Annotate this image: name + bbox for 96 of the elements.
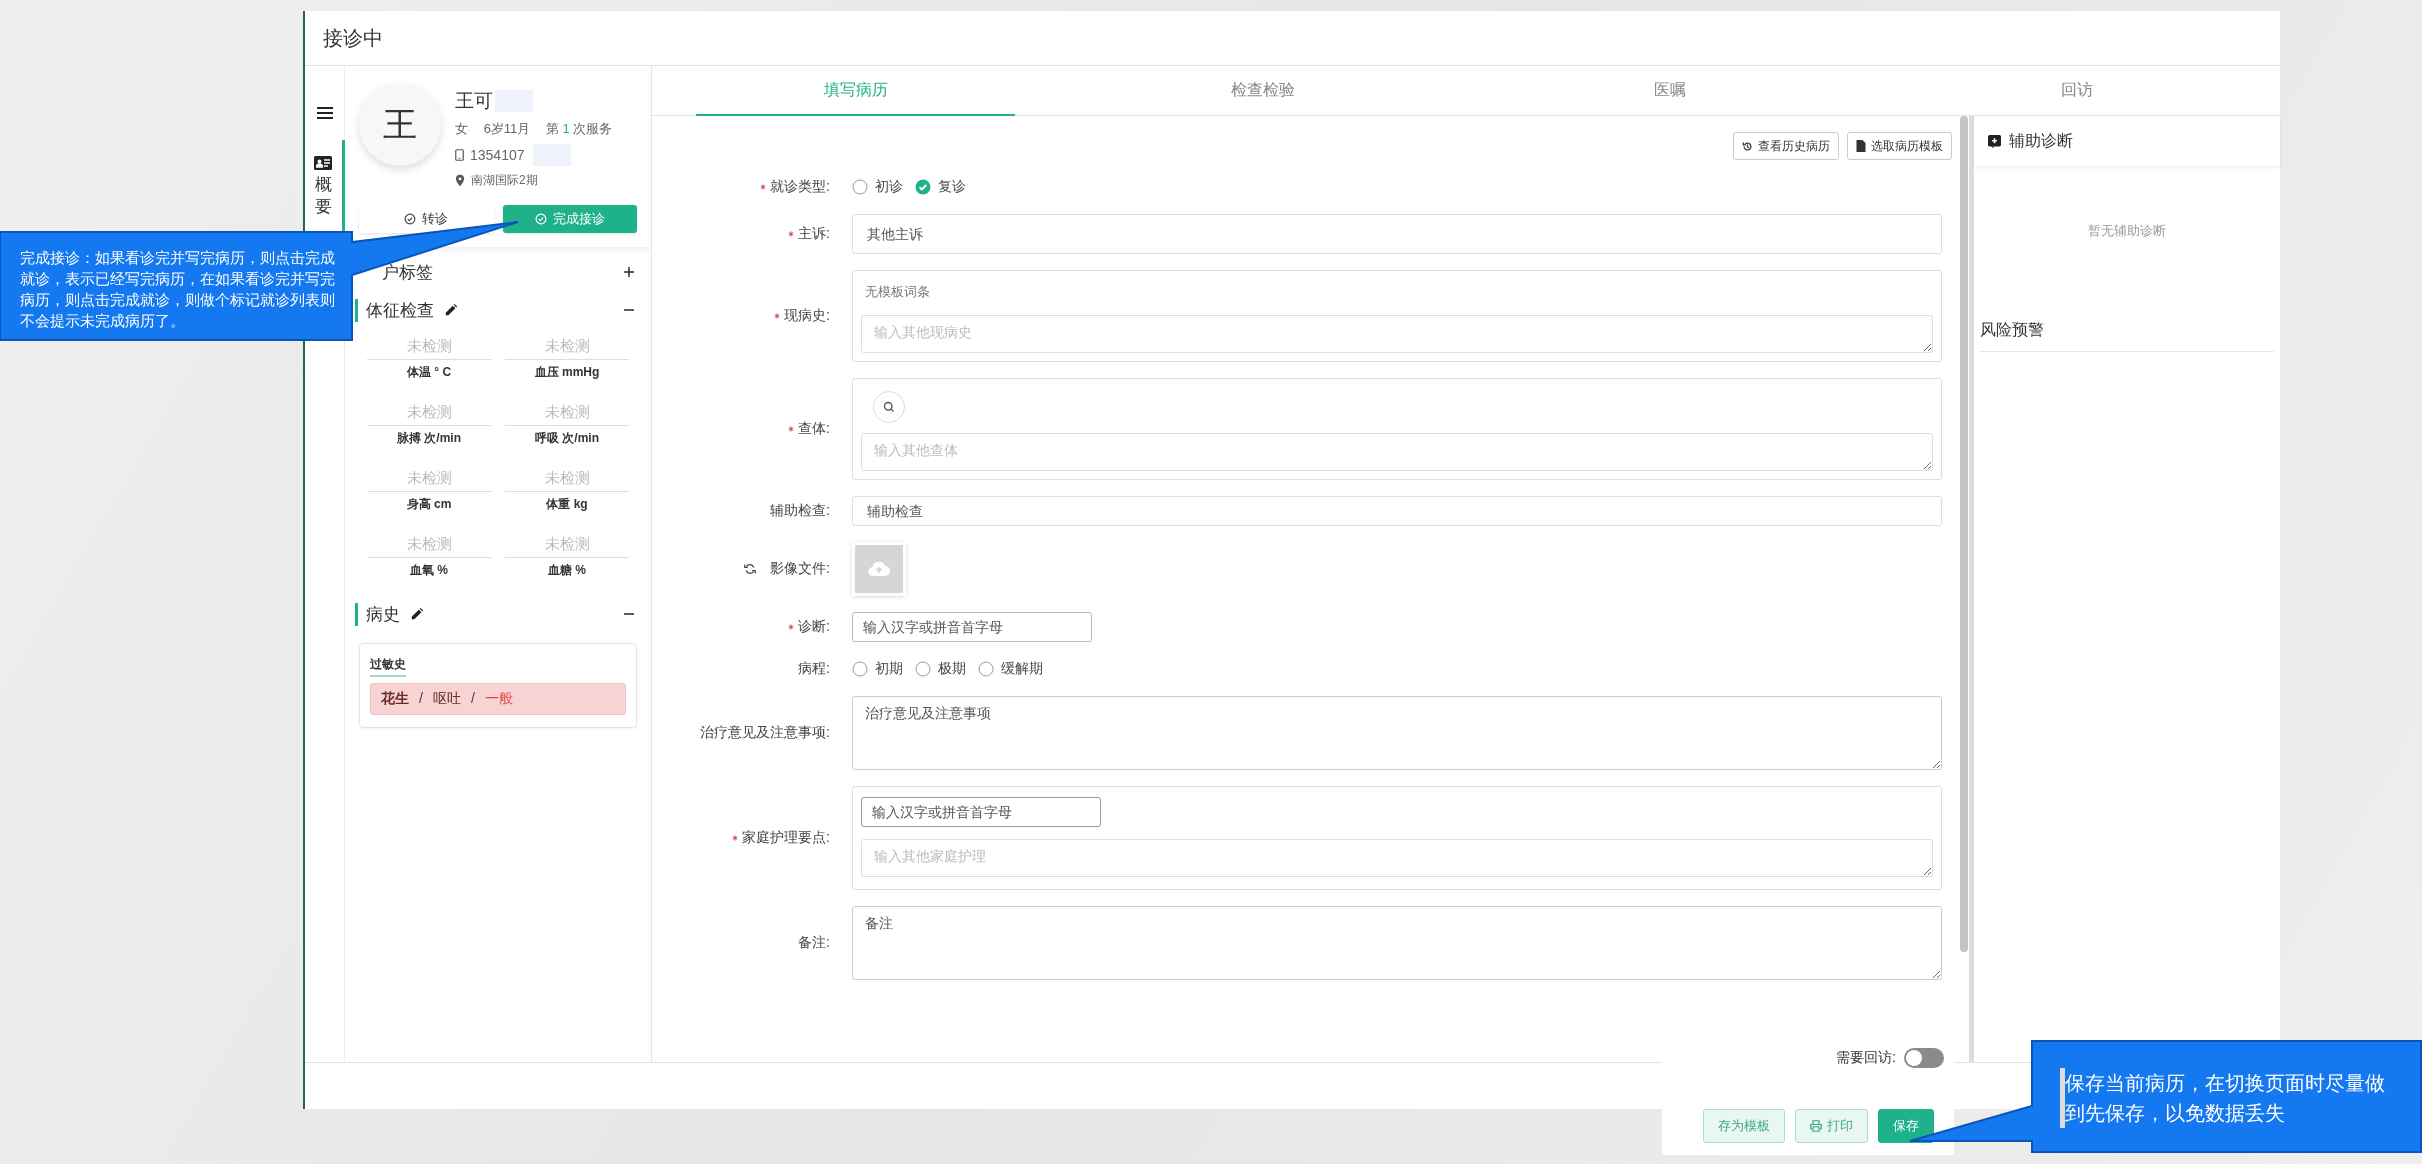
avatar: 王 bbox=[359, 84, 441, 166]
printer-icon bbox=[1810, 1120, 1822, 1132]
location-pin-icon bbox=[455, 174, 465, 187]
vital-value: 未检测 bbox=[367, 535, 491, 558]
patient-phone: 1354107 bbox=[470, 147, 525, 163]
window-title: 接诊中 bbox=[323, 25, 383, 51]
field-label: 查体: bbox=[798, 420, 830, 438]
radio-icon[interactable] bbox=[915, 661, 931, 677]
search-icon bbox=[883, 401, 895, 413]
text-area[interactable]: 治疗意见及注意事项 bbox=[852, 696, 1942, 770]
tab[interactable]: 医嘱 bbox=[1510, 66, 1829, 116]
radio-option[interactable]: 极期 bbox=[915, 660, 966, 678]
check-circle-icon bbox=[404, 213, 417, 225]
cloud-upload-icon bbox=[868, 561, 890, 577]
required-mark-icon bbox=[788, 231, 795, 237]
field-label: 主诉: bbox=[798, 225, 830, 243]
field-label: 治疗意见及注意事项: bbox=[700, 724, 830, 742]
radio-option[interactable]: 初期 bbox=[852, 660, 903, 678]
radio-icon[interactable] bbox=[852, 179, 868, 195]
section-title: 病史 bbox=[366, 603, 400, 626]
patient-address: 南湖国际2期 bbox=[471, 172, 538, 189]
empty-message: 暂无辅助诊断 bbox=[2088, 223, 2166, 238]
patient-age: 6岁11月 bbox=[483, 120, 531, 138]
vital-value: 未检测 bbox=[505, 337, 629, 360]
required-mark-icon bbox=[732, 835, 739, 841]
radio-option[interactable]: 初诊 bbox=[852, 178, 903, 196]
text-area[interactable]: 备注 bbox=[852, 906, 1942, 980]
field-label: 现病史: bbox=[784, 307, 830, 325]
tab[interactable]: 回访 bbox=[1917, 66, 2236, 116]
vital-value: 未检测 bbox=[505, 403, 629, 426]
patient-gender: 女 bbox=[455, 120, 468, 138]
required-mark-icon bbox=[774, 313, 781, 319]
radio-option[interactable]: 缓解期 bbox=[978, 660, 1043, 678]
required-mark-icon bbox=[788, 624, 795, 630]
vital-label: 呼吸 次/min bbox=[535, 430, 599, 447]
callout-text: 保存当前病历，在切换页面时尽量做到先保存，以免数据丢失 bbox=[2060, 1068, 2385, 1128]
action-button[interactable]: 转诊 bbox=[359, 205, 494, 233]
refresh-icon bbox=[744, 563, 757, 575]
radio-icon[interactable] bbox=[978, 661, 994, 677]
section-title: 体征检查 bbox=[366, 299, 434, 322]
vital-value: 未检测 bbox=[505, 469, 629, 492]
field-label: 影像文件: bbox=[770, 560, 830, 578]
radio-checked-icon[interactable] bbox=[915, 179, 931, 195]
vital-label: 身高 cm bbox=[406, 496, 452, 513]
vital-value: 未检测 bbox=[505, 535, 629, 558]
field-label: 病程: bbox=[798, 660, 830, 678]
text-area[interactable]: 输入其他家庭护理 bbox=[861, 839, 1933, 877]
template-note: 无模板词条 bbox=[864, 283, 931, 301]
callout-text: 完成接诊：如果看诊完并写完病历，则点击完成就诊，表示已经写完病历，在如果看诊完并写完病历，则点击完成就诊，则做个标记就诊列表则不会提示未完成病历了。 bbox=[20, 248, 336, 331]
text-area[interactable]: 输入其他现病史 bbox=[861, 315, 1933, 353]
visit-count: 第 1 次服务 bbox=[546, 120, 613, 138]
field-label: 就诊类型: bbox=[770, 178, 830, 196]
text-area[interactable]: 输入其他查体 bbox=[861, 433, 1933, 471]
allergy-tag: 花生 / 呕吐 / 一般 bbox=[370, 683, 626, 715]
patient-name: 王可 bbox=[455, 89, 493, 113]
pencil-icon bbox=[444, 303, 458, 317]
vital-value: 未检测 bbox=[367, 337, 491, 360]
id-card-icon bbox=[314, 156, 332, 170]
input-field[interactable]: 输入汉字或拼音首字母 bbox=[852, 612, 1092, 642]
vital-value: 未检测 bbox=[367, 403, 491, 426]
field-label: 诊断: bbox=[798, 618, 830, 636]
expand-icon[interactable] bbox=[621, 264, 637, 280]
field-label: 家庭护理要点: bbox=[742, 829, 830, 847]
document-icon bbox=[1856, 140, 1866, 152]
check-circle-icon bbox=[534, 213, 547, 225]
field-label: 辅助检查: bbox=[770, 502, 830, 520]
field-label: 备注: bbox=[798, 934, 830, 952]
phone-icon bbox=[455, 148, 464, 162]
upload-button[interactable] bbox=[852, 542, 906, 596]
history-title: 过敏史 bbox=[370, 656, 406, 677]
vital-label: 体重 kg bbox=[546, 496, 588, 513]
vital-value: 未检测 bbox=[367, 469, 491, 492]
radio-option[interactable]: 复诊 bbox=[915, 178, 966, 196]
scrollbar[interactable] bbox=[1960, 116, 1968, 952]
vital-label: 血糖 % bbox=[548, 562, 586, 579]
toggle-switch[interactable] bbox=[1904, 1048, 1944, 1068]
menu-icon[interactable] bbox=[316, 106, 333, 120]
search-button[interactable] bbox=[873, 391, 905, 423]
required-mark-icon bbox=[760, 184, 767, 190]
panel-title: 辅助诊断 bbox=[2009, 130, 2073, 151]
radio-icon[interactable] bbox=[852, 661, 868, 677]
vital-label: 脉搏 次/min bbox=[397, 430, 461, 447]
vital-label: 血氧 % bbox=[410, 562, 448, 579]
toolbar-button[interactable]: 选取病历模板 bbox=[1847, 132, 1952, 160]
medical-plus-icon bbox=[1988, 134, 2001, 148]
vital-label: 血压 mmHg bbox=[534, 364, 600, 381]
input-field[interactable]: 输入汉字或拼音首字母 bbox=[861, 797, 1101, 827]
pencil-icon bbox=[410, 607, 424, 621]
followup-label: 需要回访: bbox=[1836, 1049, 1896, 1067]
required-mark-icon bbox=[788, 426, 795, 432]
tab[interactable]: 检查检验 bbox=[1103, 66, 1422, 116]
vital-label: 体温 ° C bbox=[406, 364, 452, 381]
toolbar-button[interactable]: 查看历史病历 bbox=[1733, 132, 1839, 160]
history-icon bbox=[1742, 140, 1753, 152]
section-title: 户标签 bbox=[382, 261, 433, 284]
section-title: 风险预警 bbox=[1980, 321, 2044, 338]
